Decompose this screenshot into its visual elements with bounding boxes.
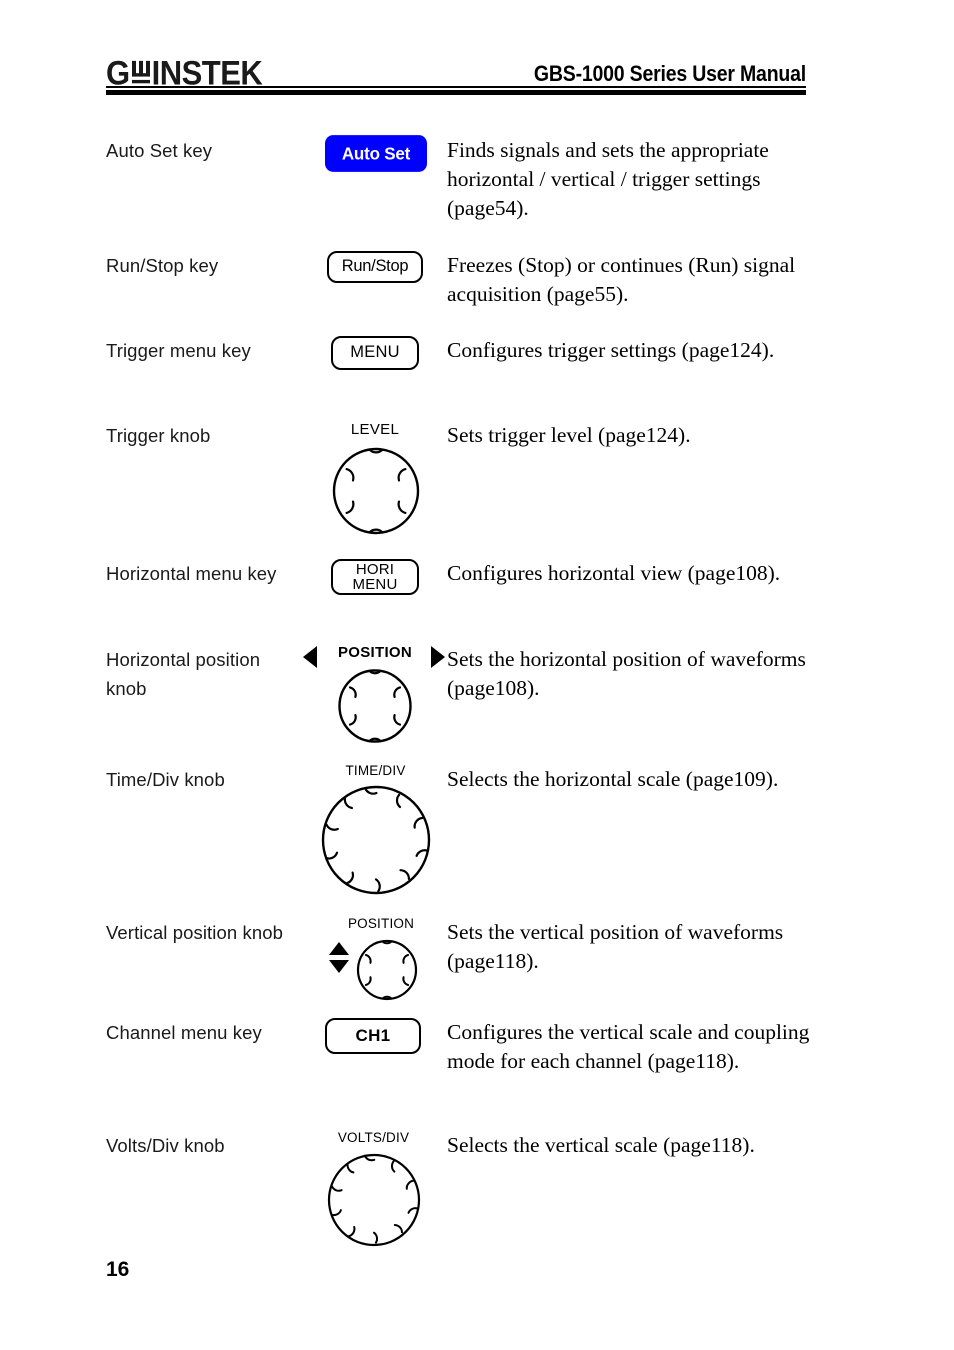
row-description: Sets the vertical position of waveforms … <box>447 920 784 973</box>
arrow-up-icon <box>329 942 349 955</box>
row-graphic: MENU <box>311 336 446 406</box>
volts-div-knob-label: VOLTS/DIV <box>337 1130 410 1145</box>
horizontal-position-label: POSITION <box>337 644 413 661</box>
page-number: 16 <box>106 1258 130 1281</box>
table-row: Auto Set key Auto Set Finds signals and … <box>106 135 806 236</box>
trigger-menu-button[interactable]: MENU <box>331 336 419 370</box>
row-graphic: Run/Stop <box>311 251 446 321</box>
row-description: Configures trigger settings (page124). <box>447 338 775 362</box>
row-label: Horizontal menu key <box>106 563 277 584</box>
row-graphic: TIME/DIV <box>311 763 446 900</box>
row-description: Configures horizontal view (page108). <box>447 561 781 585</box>
row-label: Vertical position knob <box>106 922 284 943</box>
row-label: Horizontal position knob <box>106 649 261 699</box>
table-row: Trigger knob LEVEL Sets trigger level (p… <box>106 421 806 546</box>
table-row: Trigger menu key MENU Configures trigger… <box>106 336 806 406</box>
vertical-position-knob[interactable] <box>355 938 419 1002</box>
horizontal-position-knob[interactable] <box>336 667 414 745</box>
row-label: Time/Div knob <box>106 769 225 790</box>
logo-w-mark <box>131 60 152 86</box>
row-label: Volts/Div knob <box>106 1135 225 1156</box>
row-description: Freezes (Stop) or continues (Run) signal… <box>447 253 796 306</box>
table-row: Channel menu key CH1 Configures the vert… <box>106 1018 809 1118</box>
table-row: Run/Stop key Run/Stop Freezes (Stop) or … <box>106 251 806 321</box>
hori-menu-label-line2: MENU <box>352 576 398 593</box>
auto-set-button[interactable]: Auto Set <box>325 135 427 172</box>
header-rule-thick <box>106 90 806 95</box>
row-label: Channel menu key <box>106 1022 262 1043</box>
row-label: Run/Stop key <box>106 255 219 276</box>
hori-menu-label-line1: HORI <box>355 561 395 578</box>
row-graphic: HORI MENU <box>311 559 446 634</box>
manual-page: G INSTEK GBS-1000 Series User Manual Aut… <box>0 0 954 1350</box>
row-description: Sets trigger level (page124). <box>447 423 691 447</box>
row-description: Configures the vertical scale and coupli… <box>447 1020 810 1073</box>
row-label: Trigger menu key <box>106 340 251 361</box>
arrow-down-icon <box>329 960 349 973</box>
row-graphic: CH1 <box>311 1018 446 1118</box>
row-description: Selects the vertical scale (page118). <box>447 1133 755 1157</box>
row-label: Trigger knob <box>106 425 211 446</box>
table-row: Horizontal menu key HORI MENU Configures… <box>106 559 806 634</box>
table-row: Time/Div knob TIME/DIV Selects the horiz… <box>106 763 806 900</box>
row-graphic: POSITION <box>303 644 446 755</box>
row-graphic: POSITION <box>311 916 446 1018</box>
row-graphic: VOLTS/DIV <box>311 1130 446 1251</box>
page-header: G INSTEK GBS-1000 Series User Manual <box>106 44 806 90</box>
time-div-knob-label: TIME/DIV <box>345 763 406 778</box>
row-description: Sets the horizontal position of waveform… <box>447 647 806 700</box>
run-stop-button[interactable]: Run/Stop <box>327 251 423 283</box>
row-description: Finds signals and sets the appropriate h… <box>447 138 769 220</box>
logo-letter-g: G <box>106 53 130 93</box>
table-row: Volts/Div knob VOLTS/DIV Selects the ver… <box>106 1130 806 1251</box>
trigger-level-knob[interactable] <box>330 445 422 537</box>
horizontal-menu-button[interactable]: HORI MENU <box>331 559 419 595</box>
row-graphic: Auto Set <box>311 135 446 236</box>
arrow-left-icon <box>303 646 317 668</box>
row-description: Selects the horizontal scale (page109). <box>447 767 779 791</box>
table-row: Vertical position knob POSITION Sets the… <box>106 916 806 1018</box>
row-graphic: LEVEL <box>311 421 446 546</box>
arrow-right-icon <box>431 646 445 668</box>
time-div-knob[interactable] <box>319 783 433 897</box>
level-knob-label: LEVEL <box>350 421 400 438</box>
row-label: Auto Set key <box>106 140 213 161</box>
logo-word-instek: INSTEK <box>151 53 263 93</box>
vertical-position-label: POSITION <box>347 916 415 931</box>
channel-menu-button[interactable]: CH1 <box>325 1018 421 1054</box>
gw-instek-logo: G INSTEK <box>106 53 263 93</box>
volts-div-knob[interactable] <box>325 1151 423 1249</box>
table-row: Horizontal position knob POSITION Sets t… <box>106 644 806 755</box>
header-rule-thin <box>106 86 806 88</box>
